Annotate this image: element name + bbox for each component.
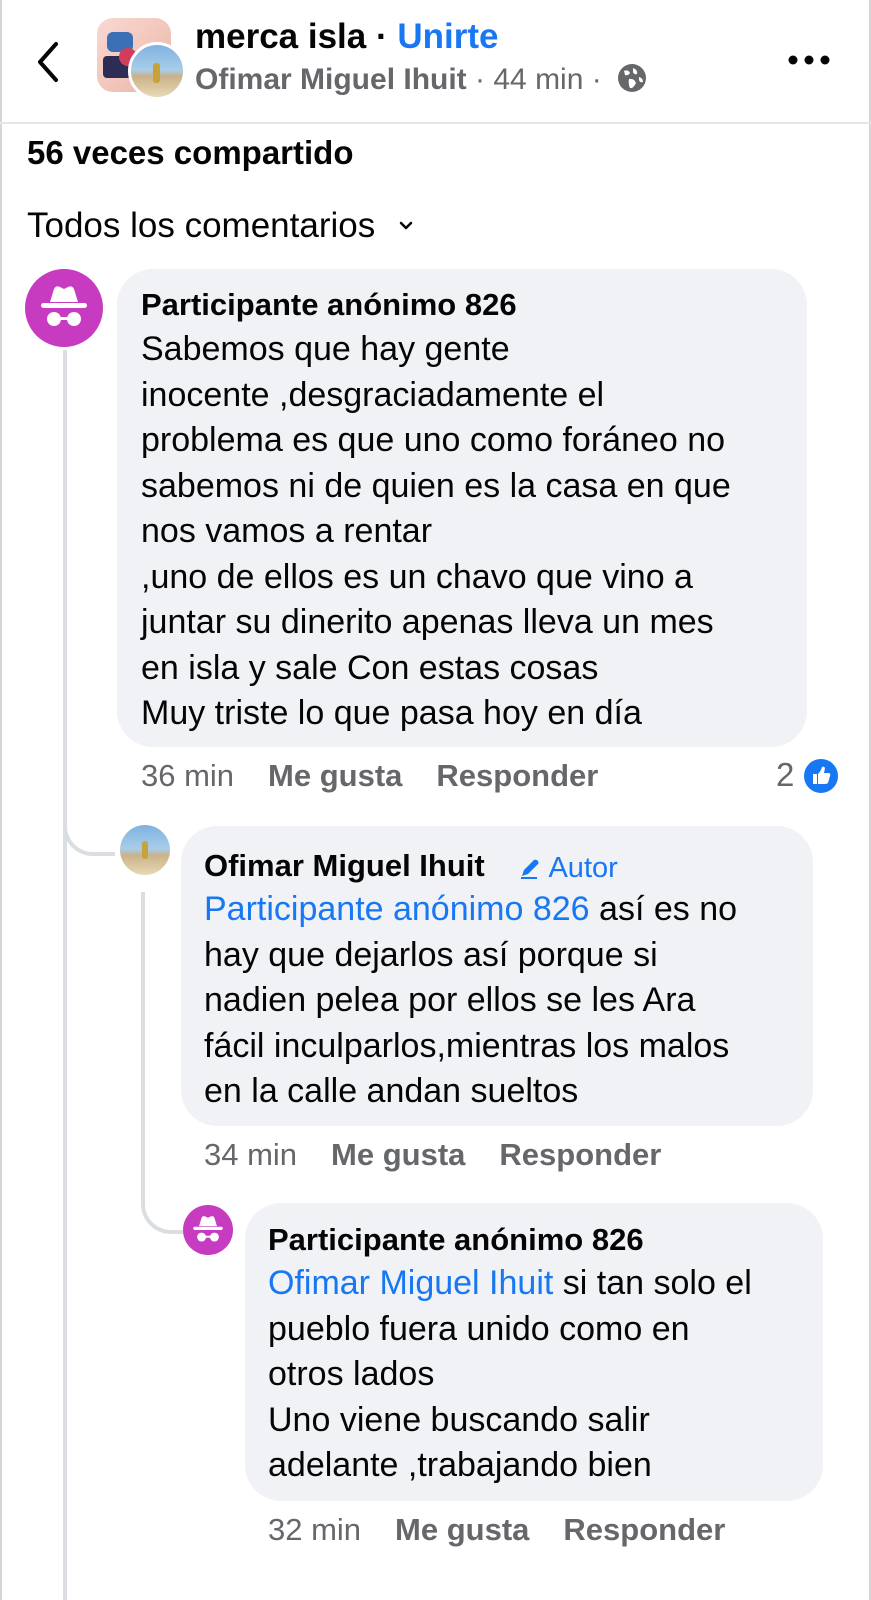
comment-text: Participante anónimo 826 así es no hay q… [204,887,737,1115]
comment-line: Muy triste lo que pasa hoy en día [141,694,642,732]
comment-meta: 34 min Me gusta Responder [204,1137,661,1173]
comment-line: sabemos ni de quien es la casa en que [141,466,731,505]
back-button[interactable] [30,38,70,86]
comment-line: Sabemos que hay gente [141,330,510,368]
comment-text: Ofimar Miguel Ihuit si tan solo el puebl… [268,1261,752,1489]
thread-connector-2 [141,1170,183,1234]
subline-dot-2: · [591,63,602,96]
thread-line-main [63,350,67,1600]
post-author-link[interactable]: Ofimar Miguel Ihuit [195,63,467,96]
comment-author[interactable]: Participante anónimo 826 [141,287,517,323]
author-badge: Autor [518,852,618,885]
like-button[interactable]: Me gusta [331,1137,465,1172]
comment-text: Sabemos que hay gente inocente ,desgraci… [141,327,731,737]
comment-line: Uno viene buscando salir [268,1400,650,1439]
reply-button[interactable]: Responder [563,1512,725,1547]
like-reaction-icon [802,757,840,795]
like-button[interactable]: Me gusta [395,1512,529,1547]
comment-avatar-author[interactable] [120,825,170,875]
like-button[interactable]: Me gusta [268,758,402,793]
comment-line: nadien pelea por ellos se les Ara [204,981,696,1019]
comment-line: en isla y sale Con estas cosas [141,648,599,687]
group-title: merca isla · Unirte [195,17,498,57]
join-group-link[interactable]: Unirte [397,17,498,56]
share-count[interactable]: 56 veces compartido [27,134,354,172]
incognito-icon [41,286,87,326]
post-subline: Ofimar Miguel Ihuit · 44 min · [195,62,648,97]
comment-line-rest: así es no [589,890,738,928]
comment-line: pueblo fuera unido como en [268,1309,690,1348]
thread-line-nested [141,892,145,1192]
comment-time[interactable]: 32 min [268,1512,361,1547]
subline-dot-1: · [475,63,486,96]
comment-line-rest: si tan solo el [553,1264,752,1302]
comment-filter-dropdown[interactable]: Todos los comentarios [27,206,413,246]
comment-line: fácil inculparlos,mientras los malos [204,1026,730,1065]
more-icon [788,55,830,65]
reply-button[interactable]: Responder [499,1137,661,1172]
frame-edge-left [0,0,2,1600]
comment-line: adelante ,trabajando bien [268,1446,652,1484]
title-separator: · [366,17,398,56]
comment-meta: 32 min Me gusta Responder [268,1512,725,1548]
globe-icon [618,64,647,92]
mention-link[interactable]: Ofimar Miguel Ihuit [268,1264,553,1302]
comment-time[interactable]: 36 min [141,758,234,793]
comment-line: problema es que uno como foráneo no [141,421,726,459]
group-name-link[interactable]: merca isla [195,17,366,56]
comment-line: ,uno de ellos es un chavo que vino a [141,557,693,596]
comment-filter-label: Todos los comentarios [27,206,376,245]
reply-button[interactable]: Responder [436,758,598,793]
comment-author[interactable]: Participante anónimo 826 [268,1222,644,1258]
incognito-icon [193,1216,223,1242]
comment-line: hay que dejarlos así porque si [204,935,658,974]
comment-line: inocente ,desgraciadamente el [141,375,605,414]
comment-line: otros lados [268,1355,435,1393]
reaction-count[interactable]: 2 [776,756,794,794]
comment-avatar-anonymous[interactable] [25,269,103,347]
pencil-icon [521,859,539,879]
author-avatar[interactable] [128,42,186,100]
comment-line: Participante anónimo 826 así es no [204,887,737,933]
post-time[interactable]: 44 min [493,63,583,96]
thread-connector-1 [63,790,115,856]
comment-meta: 36 min Me gusta Responder [141,758,598,794]
comment-line: Ofimar Miguel Ihuit si tan solo el [268,1261,752,1307]
mention-link[interactable]: Participante anónimo 826 [204,890,590,928]
author-badge-label: Autor [548,852,618,884]
post-header: merca isla · Unirte Ofimar Miguel Ihuit … [0,0,871,124]
comment-line: juntar su dinerito apenas lleva un mes [141,603,714,641]
more-options-button[interactable] [784,46,834,74]
comment-time[interactable]: 34 min [204,1137,297,1172]
comment-line: en la calle andan sueltos [204,1072,579,1110]
comment-author[interactable]: Ofimar Miguel Ihuit [204,848,485,884]
back-arrow-icon [38,42,58,82]
comment-line: nos vamos a rentar [141,512,433,550]
chevron-down-icon [399,221,413,230]
comment-avatar-anonymous[interactable] [183,1205,233,1255]
